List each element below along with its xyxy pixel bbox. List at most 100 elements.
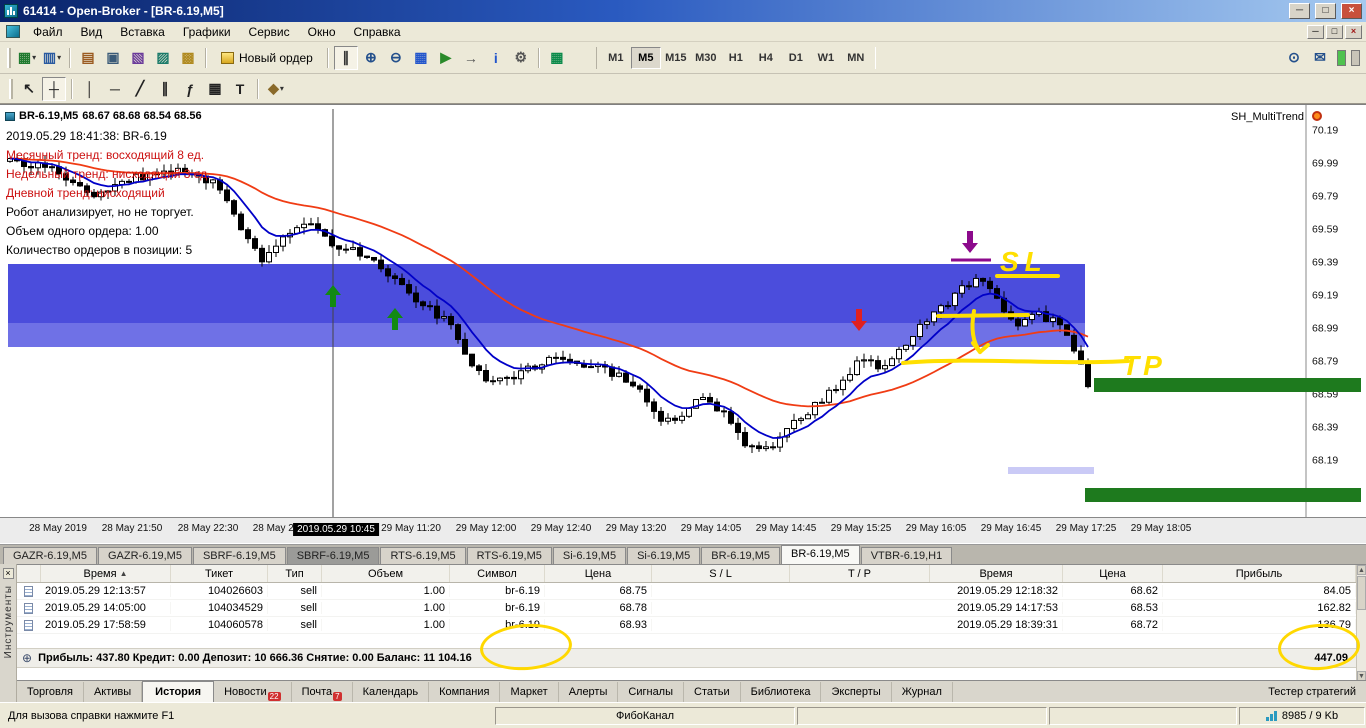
menu-window[interactable]: Окно — [299, 23, 345, 41]
crosshair-tool-button[interactable]: ┼ — [42, 76, 66, 101]
chart-tab-gazr-6-19-m5[interactable]: GAZR-6.19,M5 — [97, 547, 192, 564]
auto-scroll-button[interactable]: ▶ — [434, 46, 458, 70]
info-flag-button[interactable]: i — [484, 46, 508, 70]
search-button[interactable]: ⊙ — [1282, 46, 1306, 70]
chart-window[interactable]: 70.19 69.99 69.79 69.59 69.39 69.19 68.99 68.79… — [0, 104, 1366, 544]
history-row[interactable]: 2019.05.29 12:13:57 104026603 sell 1.00 br-6… — [17, 583, 1356, 600]
scroll-up-icon[interactable]: ▲ — [1357, 565, 1366, 575]
timeframe-m30-button[interactable]: M30 — [691, 47, 721, 69]
terminal-tab-почта[interactable]: Почта 7 — [292, 681, 353, 702]
candle-body — [518, 370, 524, 380]
timeframe-m5-button[interactable]: M5 — [630, 46, 661, 69]
chat-button[interactable]: ✉ — [1308, 46, 1332, 70]
text-tool-button[interactable]: T — [228, 77, 252, 101]
terminal-tab-история[interactable]: История — [142, 681, 215, 702]
chart-shift-button[interactable]: → — [459, 46, 483, 70]
cursor-tool-button[interactable]: ↖ — [17, 77, 41, 101]
timeframe-h4-button[interactable]: H4 — [751, 47, 781, 69]
column-header-6[interactable]: Цена — [545, 565, 652, 582]
terminal-scrollbar[interactable]: ▲ ▼ — [1356, 565, 1366, 681]
tile-windows-button[interactable]: ▦ — [409, 46, 433, 70]
shapes-tool-button[interactable]: ◆ ▾ — [264, 77, 288, 101]
time-axis-label: 29 May 11:20 — [381, 523, 441, 534]
minimize-button[interactable]: ─ — [1289, 3, 1310, 19]
chart-close-button[interactable]: × — [1345, 24, 1362, 39]
profiles-button[interactable]: ▥ ▾ — [40, 46, 64, 70]
column-header-3[interactable]: Тип — [268, 565, 322, 582]
menu-view[interactable]: Вид — [72, 23, 112, 41]
column-header-10[interactable]: Цена — [1063, 565, 1163, 582]
strategy-tester-button[interactable]: ▦ — [545, 46, 569, 70]
chart-tab-br-6-19-m5[interactable]: BR-6.19,M5 — [701, 547, 780, 564]
chart-tab-gazr-6-19-m5[interactable]: GAZR-6.19,M5 — [3, 547, 97, 564]
zoom-out-button[interactable]: ⊖ — [384, 46, 408, 70]
bar-chart-button[interactable]: ∥ — [333, 45, 358, 70]
terminal-tab-активы[interactable]: Активы — [84, 681, 143, 702]
market-watch-button[interactable]: ▤ — [76, 46, 100, 70]
chart-restore-button[interactable]: □ — [1326, 24, 1343, 39]
candle-body — [210, 179, 216, 184]
column-header-5[interactable]: Символ — [450, 565, 545, 582]
menu-file[interactable]: Файл — [24, 23, 72, 41]
chart-tab-br-6-19-m5[interactable]: BR-6.19,M5 — [780, 545, 860, 564]
history-row[interactable]: 2019.05.29 17:58:59 104060578 sell 1.00 br-6… — [17, 617, 1356, 634]
close-button[interactable]: × — [1341, 3, 1362, 19]
terminal-tab-библиотека[interactable]: Библиотека — [741, 681, 822, 702]
chart-tab-vtbr-6-19-h1[interactable]: VTBR-6.19,H1 — [860, 547, 953, 564]
grid-tool-button[interactable]: ▦ — [203, 77, 227, 101]
timeframe-m15-button[interactable]: M15 — [661, 47, 691, 69]
terminal-tab-алерты[interactable]: Алерты — [559, 681, 619, 702]
chart-minimize-button[interactable]: ─ — [1307, 24, 1324, 39]
timeframe-d1-button[interactable]: D1 — [781, 47, 811, 69]
chart-tab-rts-6-19-m5[interactable]: RTS-6.19,M5 — [380, 547, 466, 564]
templates-button[interactable]: ▩ — [176, 46, 200, 70]
history-row[interactable]: 2019.05.29 14:05:00 104034529 sell 1.00 br-6… — [17, 600, 1356, 617]
column-header-1[interactable]: Время ▲ — [41, 565, 171, 582]
column-header-7[interactable]: S / L — [652, 565, 790, 582]
expert-settings-button[interactable]: ⚙ — [509, 46, 533, 70]
time-axis[interactable]: 28 May 2019 28 May 21:50 28 May 22:30 28 Ma… — [0, 517, 1366, 543]
chart-tab-sbrf-6-19-m5[interactable]: SBRF-6.19,M5 — [192, 547, 286, 564]
terminal-tab-журнал[interactable]: Журнал — [892, 681, 953, 702]
menu-charts[interactable]: Графики — [174, 23, 240, 41]
chart-tab-sbrf-6-19-m5[interactable]: SBRF-6.19,M5 — [286, 547, 380, 564]
menu-insert[interactable]: Вставка — [111, 23, 174, 41]
chart-tab-rts-6-19-m5[interactable]: RTS-6.19,M5 — [466, 547, 552, 564]
timeframe-mn-button[interactable]: MN — [841, 47, 871, 69]
timeframe-h1-button[interactable]: H1 — [721, 47, 751, 69]
horizontal-line-tool-button[interactable]: ─ — [103, 77, 127, 101]
strategy-tester-label[interactable]: Тестер стратегий — [1268, 686, 1366, 698]
terminal-tab-сигналы[interactable]: Сигналы — [618, 681, 685, 702]
column-header-9[interactable]: Время — [930, 565, 1063, 582]
menu-service[interactable]: Сервис — [240, 23, 299, 41]
chart-tab-si-6-19-m5[interactable]: Si-6.19,M5 — [627, 547, 701, 564]
timeframe-w1-button[interactable]: W1 — [811, 47, 841, 69]
navigator-button[interactable]: ▧ — [126, 46, 150, 70]
terminal-tab-календарь[interactable]: Календарь — [353, 681, 430, 702]
channel-tool-button[interactable]: ∥ — [153, 77, 177, 101]
terminal-tab-эксперты[interactable]: Эксперты — [821, 681, 892, 702]
new-chart-button[interactable]: ▦ ▾ — [15, 46, 39, 70]
terminal-tab-торговля[interactable]: Торговля — [17, 681, 84, 702]
terminal-tab-статьи[interactable]: Статьи — [684, 681, 741, 702]
column-header-2[interactable]: Тикет — [171, 565, 268, 582]
timeframe-m1-button[interactable]: M1 — [601, 47, 631, 69]
zoom-in-button[interactable]: ⊕ — [359, 46, 383, 70]
new-order-button[interactable]: Новый ордер — [212, 46, 322, 70]
fibonacci-tool-button[interactable]: ƒ — [178, 77, 202, 101]
menu-help[interactable]: Справка — [345, 23, 410, 41]
terminal-close-icon[interactable]: × — [2, 568, 14, 579]
scroll-thumb[interactable] — [1357, 576, 1366, 610]
data-window-button[interactable]: ▣ — [101, 46, 125, 70]
vertical-line-tool-button[interactable]: │ — [78, 77, 102, 101]
terminal-tab-маркет[interactable]: Маркет — [500, 681, 559, 702]
column-header-8[interactable]: T / P — [790, 565, 930, 582]
column-header-4[interactable]: Объем — [322, 565, 450, 582]
terminal-tab-новости[interactable]: Новости 22 — [214, 681, 292, 702]
terminal-tab-компания[interactable]: Компания — [429, 681, 501, 702]
trendline-tool-button[interactable]: ╱ — [128, 77, 152, 101]
chart-tab-si-6-19-m5[interactable]: Si-6.19,M5 — [552, 547, 627, 564]
terminal-panel-button[interactable]: ▨ — [151, 46, 175, 70]
column-header-11[interactable]: Прибыль — [1163, 565, 1356, 582]
restore-button[interactable]: □ — [1315, 3, 1336, 19]
